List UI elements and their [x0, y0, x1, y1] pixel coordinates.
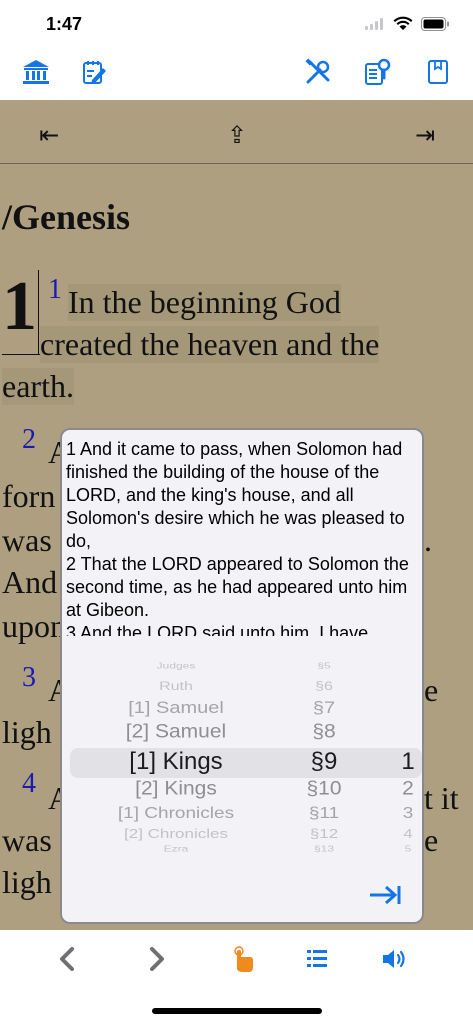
picker-chapter-option[interactable]: §10: [284, 778, 364, 800]
picker-chapter-option[interactable]: §5: [284, 661, 364, 671]
preview-verse: 2 That the LORD appeared to Solomon the …: [66, 554, 409, 620]
chapter-number: 1: [2, 268, 37, 345]
next-button[interactable]: [140, 944, 174, 978]
picker-verse-option[interactable]: 2: [393, 778, 422, 800]
home-indicator: [152, 1008, 322, 1014]
picker-chapter-option[interactable]: §7: [284, 699, 364, 718]
picker-book-option[interactable]: Judges: [76, 661, 276, 671]
up-level-button[interactable]: ⇪: [222, 120, 252, 150]
verse-2-line-3-end[interactable]: .: [424, 522, 432, 559]
bookmark-icon: [427, 59, 449, 90]
notes-button[interactable]: [78, 58, 110, 90]
picker-book-option[interactable]: [1] Chronicles: [76, 804, 276, 822]
library-button[interactable]: [20, 58, 52, 90]
verse-2-line-4[interactable]: And: [2, 564, 57, 601]
picker-verse-option[interactable]: 3: [393, 804, 422, 822]
goto-button[interactable]: [366, 882, 404, 912]
verse-1-line-2[interactable]: created the heaven and the: [40, 326, 380, 363]
picker-book-option[interactable]: Ezra: [76, 844, 276, 854]
status-bar: 1:47: [0, 0, 473, 48]
picker-chapter-option[interactable]: §13: [284, 844, 364, 854]
picker-book-option[interactable]: [1] Samuel: [76, 699, 276, 718]
chevron-right-icon: [148, 946, 166, 977]
picker-book-option[interactable]: [2] Kings: [76, 778, 276, 800]
book-title: /Genesis: [2, 197, 131, 237]
hand-tap-icon: [230, 945, 256, 978]
reader-nav-row: ⇤ ⇪ ⇥: [0, 100, 473, 164]
verse-3-line-2[interactable]: ligh: [2, 714, 52, 751]
document-search-icon: [364, 58, 392, 91]
picker-verse-option[interactable]: 5: [393, 844, 422, 854]
bottom-toolbar: [0, 930, 473, 1024]
chapter-divider-vertical: [38, 270, 39, 354]
list-icon: [305, 947, 329, 976]
last-chapter-button[interactable]: ⇥: [410, 120, 440, 150]
verse-number-4[interactable]: 4: [22, 768, 36, 800]
verse-4-line-1-end[interactable]: t it: [424, 780, 459, 817]
preview-verse: 1 And it came to pass, when Solomon had …: [66, 439, 405, 551]
status-time: 1:47: [46, 14, 83, 34]
first-chapter-button[interactable]: ⇤: [34, 120, 64, 150]
verse-1-line-1[interactable]: In the beginning God: [68, 284, 341, 321]
picker-chapter-option[interactable]: §11: [284, 804, 364, 822]
bookmark-button[interactable]: [422, 58, 454, 90]
verse-4-line-3[interactable]: ligh: [2, 864, 52, 901]
verse-2-line-5[interactable]: upon: [2, 608, 66, 645]
bank-building-icon: [22, 59, 50, 90]
wifi-icon: [393, 16, 413, 36]
verse-number-1[interactable]: 1: [48, 274, 62, 306]
arrow-up-outline-icon: ⇪: [226, 121, 248, 149]
verse-1-line-3[interactable]: earth.: [2, 368, 74, 405]
picker-book-option[interactable]: Ruth: [76, 681, 276, 695]
speaker-icon: [381, 947, 409, 976]
picker-chapter-option[interactable]: §8: [284, 721, 364, 743]
wrench-screwdriver-icon: [304, 57, 332, 91]
battery-icon: [421, 16, 449, 36]
notepad-pencil-icon: [81, 59, 107, 90]
picker-book-option[interactable]: [2] Chronicles: [76, 826, 276, 841]
previous-button[interactable]: [50, 944, 84, 978]
picker-book-option[interactable]: [1] Kings: [76, 748, 276, 776]
signal-icon: [365, 17, 385, 35]
verse-3-line-1-end[interactable]: e: [424, 672, 438, 709]
audio-button[interactable]: [378, 944, 412, 978]
chapter-divider-horizontal: [2, 354, 40, 355]
verse-4-line-2-end[interactable]: e: [424, 822, 438, 859]
touch-mode-button[interactable]: [226, 944, 260, 978]
picker-book-option[interactable]: [2] Samuel: [76, 721, 276, 743]
picker-chapter-option[interactable]: §9: [284, 748, 364, 776]
top-toolbar: [0, 48, 473, 100]
preview-verse: 3 And the LORD said unto him, I have: [66, 623, 369, 636]
verse-2-line-3[interactable]: was: [2, 522, 52, 559]
search-button[interactable]: [362, 58, 394, 90]
verse-4-line-2[interactable]: was: [2, 822, 52, 859]
status-icons: [365, 16, 449, 36]
picker-verse-option[interactable]: 1: [393, 748, 422, 776]
chevron-left-icon: [58, 946, 76, 977]
picker-chapter-option[interactable]: §6: [284, 681, 364, 695]
goto-popup: 1 And it came to pass, when Solomon had …: [60, 428, 424, 924]
arrow-left-to-bar-icon: ⇤: [38, 121, 60, 149]
tools-button[interactable]: [302, 57, 334, 91]
verse-2-line-2[interactable]: forn: [2, 478, 55, 515]
picker-verse-option[interactable]: 4: [393, 826, 422, 841]
list-button[interactable]: [300, 944, 334, 978]
verse-preview[interactable]: 1 And it came to pass, when Solomon had …: [66, 438, 418, 636]
arrow-right-to-bar-icon: [368, 884, 402, 911]
verse-number-3[interactable]: 3: [22, 662, 36, 694]
picker-chapter-option[interactable]: §12: [284, 826, 364, 841]
verse-number-2[interactable]: 2: [22, 424, 36, 456]
book-chapter-verse-picker[interactable]: Judges §5 Ruth §6 [1] Samuel §7 [2] Samuel §8 [1…: [62, 658, 422, 858]
arrow-right-to-bar-icon: ⇥: [414, 121, 436, 149]
